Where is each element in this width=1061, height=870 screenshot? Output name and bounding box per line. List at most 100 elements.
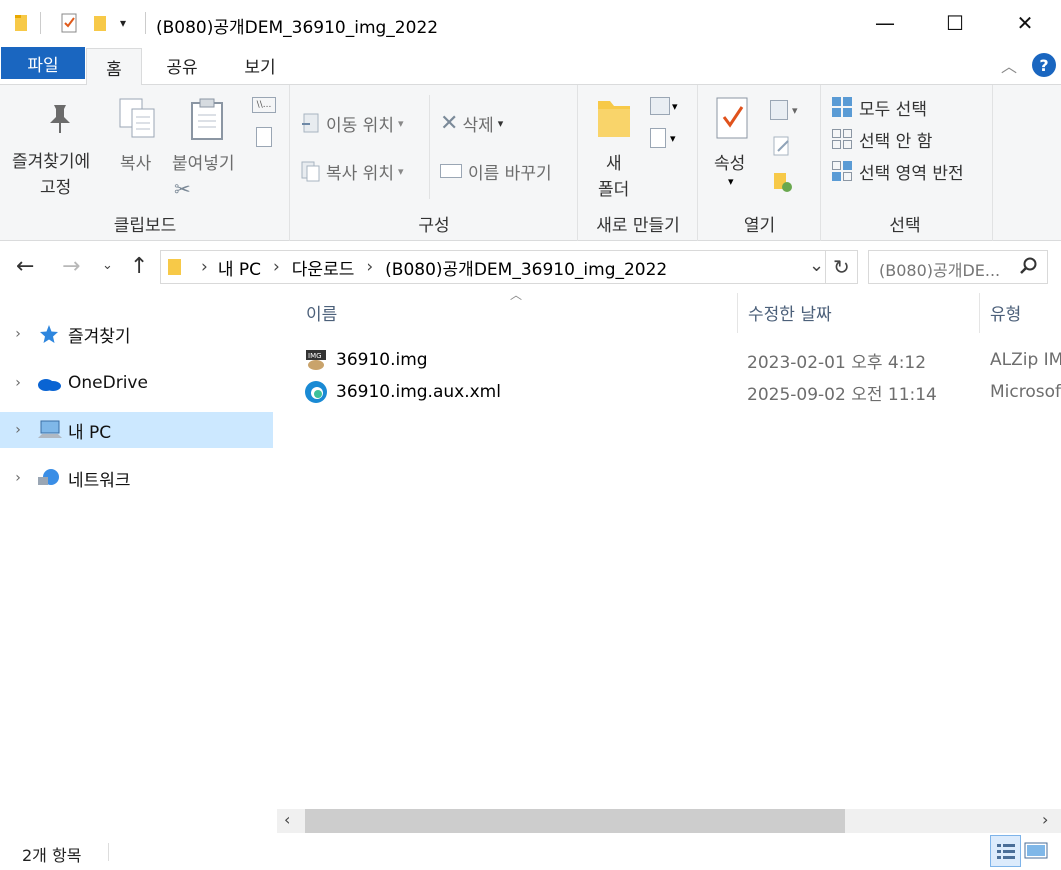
nav-item-my-pc[interactable]: › 내 PC [0, 412, 273, 448]
tab-file[interactable]: 파일 [1, 47, 85, 79]
table-row[interactable]: 36910.img.aux.xml [304, 376, 1061, 408]
new-folder-large-icon [596, 97, 632, 145]
new-item-button[interactable]: ▾ [650, 95, 686, 117]
rename-label: 이름 바꾸기 [468, 163, 552, 184]
move-to-label: 이동 위치 [326, 115, 394, 136]
breadcrumb-chevron-icon: › [201, 257, 208, 277]
ribbon-home: 즐겨찾기에 고정 복사 붙여넣기 ✂ \\... 클립보드 이동 위치 ▾ 복사… [0, 85, 1061, 241]
easy-access-button[interactable]: ▾ [650, 127, 686, 149]
open-button[interactable]: ▾ [770, 99, 808, 121]
properties-button[interactable]: 속성 ▾ [708, 95, 758, 195]
file-name: 36910.img [336, 350, 428, 370]
group-new: 새 폴더 ▾ ▾ 새로 만들기 [578, 85, 698, 241]
invert-selection-button[interactable]: 선택 영역 반전 [831, 157, 964, 185]
forward-arrow-icon[interactable]: → [62, 254, 80, 279]
tab-share[interactable]: 공유 [150, 45, 214, 85]
nav-item-onedrive[interactable]: › OneDrive [0, 365, 273, 401]
network-icon [36, 467, 62, 489]
scroll-left-arrow-icon[interactable]: ‹ [284, 810, 290, 829]
select-none-button[interactable]: 선택 안 함 [831, 125, 932, 153]
computer-icon [36, 419, 62, 441]
move-to-button[interactable]: 이동 위치 ▾ [300, 109, 404, 137]
close-button[interactable]: ✕ [990, 0, 1060, 45]
invert-selection-label: 선택 영역 반전 [859, 163, 964, 184]
column-header-name[interactable]: 이름 [306, 300, 337, 325]
select-all-icon [831, 96, 853, 118]
open-dropdown-icon: ▾ [792, 103, 798, 117]
address-bar[interactable]: › 내 PC › 다운로드 › (B080)공개DEM_36910_img_20… [160, 250, 858, 284]
file-name: 36910.img.aux.xml [336, 382, 501, 402]
table-row[interactable]: IMG 36910.img [304, 344, 1061, 376]
clipboard-group-label: 클립보드 [113, 216, 177, 236]
collapse-ribbon-chevron-icon[interactable]: ︿ [1001, 53, 1017, 77]
large-icons-view-button[interactable] [1024, 841, 1048, 861]
refresh-icon[interactable]: ↻ [833, 255, 850, 279]
expand-chevron-icon[interactable]: › [0, 326, 36, 342]
breadcrumb-my-pc[interactable]: 내 PC [218, 255, 261, 280]
breadcrumb-current-folder[interactable]: (B080)공개DEM_36910_img_2022 [385, 255, 667, 280]
search-box[interactable]: (B080)공개DE... [868, 250, 1048, 284]
new-folder-button[interactable]: 새 폴더 [590, 95, 640, 200]
select-all-button[interactable]: 모두 선택 [831, 93, 927, 121]
help-icon[interactable]: ? [1032, 53, 1056, 77]
move-to-icon [300, 112, 320, 134]
breadcrumb-chevron-icon: › [272, 257, 280, 277]
ribbon-tabs: 파일 홈 공유 보기 ︿ ? [0, 45, 1061, 86]
file-type: Microsof [990, 382, 1061, 402]
column-divider[interactable] [979, 293, 980, 333]
title-divider [145, 12, 146, 34]
easy-access-dropdown-icon: ▾ [670, 131, 676, 145]
paste-label: 붙여넣기 [172, 154, 235, 174]
tab-home[interactable]: 홈 [86, 48, 142, 86]
column-header-date[interactable]: 수정한 날짜 [748, 300, 832, 325]
search-icon[interactable] [1019, 256, 1039, 276]
expand-chevron-icon[interactable]: › [0, 470, 36, 486]
window-title: (B080)공개DEM_36910_img_2022 [156, 18, 439, 38]
paste-shortcut-icon[interactable] [256, 127, 272, 147]
pin-to-quick-access-button[interactable]: 즐겨찾기에 고정 [10, 95, 106, 200]
expand-chevron-icon[interactable]: › [0, 375, 36, 391]
expand-chevron-icon[interactable]: › [0, 422, 36, 438]
navigation-pane: › 즐겨찾기 › OneDrive › 내 PC › 네트워크 [0, 292, 276, 832]
scrollbar-thumb[interactable] [305, 809, 845, 833]
cut-scissors-icon[interactable]: ✂ [174, 177, 191, 201]
address-dropdown-chevron-icon[interactable]: ⌄ [809, 255, 824, 276]
column-header-type[interactable]: 유형 [990, 300, 1021, 325]
nav-item-network[interactable]: › 네트워크 [0, 460, 273, 496]
minimize-button[interactable]: — [850, 0, 920, 45]
tab-view[interactable]: 보기 [228, 45, 292, 85]
edit-pencil-icon[interactable] [772, 135, 792, 157]
nav-label: 즐겨찾기 [68, 326, 131, 347]
edge-browser-icon [304, 380, 328, 404]
up-arrow-icon[interactable]: ↑ [130, 254, 148, 279]
history-icon[interactable] [772, 171, 792, 193]
copy-path-icon[interactable]: \\... [252, 97, 276, 113]
delete-button[interactable]: ✕ 삭제 ▾ [440, 109, 503, 137]
new-folder-label-2: 폴더 [598, 180, 630, 200]
select-none-label: 선택 안 함 [859, 131, 933, 152]
nav-item-quick-access[interactable]: › 즐겨찾기 [0, 316, 273, 352]
customize-qa-chevron-icon[interactable]: ▾ [120, 12, 136, 34]
paste-button[interactable]: 붙여넣기 [170, 95, 248, 175]
copy-to-button[interactable]: 복사 위치 ▾ [300, 157, 404, 185]
folder-icon [14, 12, 30, 34]
file-date: 2023-02-01 오후 4:12 [747, 352, 927, 373]
details-view-button[interactable] [990, 835, 1021, 867]
back-arrow-icon[interactable]: ← [16, 254, 34, 279]
svg-text:IMG: IMG [308, 352, 322, 360]
rename-button[interactable]: 이름 바꾸기 [440, 157, 552, 185]
maximize-button[interactable]: ☐ [920, 0, 990, 45]
select-none-icon [831, 128, 853, 150]
copy-button[interactable]: 복사 [112, 95, 162, 175]
new-folder-icon[interactable] [92, 12, 110, 34]
group-open: 속성 ▾ ▾ 열기 [698, 85, 821, 241]
breadcrumb-chevron-icon: › [366, 257, 374, 277]
recent-locations-chevron-icon[interactable]: ⌄ [102, 258, 113, 273]
delete-x-icon: ✕ [440, 110, 459, 136]
open-group-label: 열기 [743, 216, 776, 236]
breadcrumb-downloads[interactable]: 다운로드 [292, 255, 355, 280]
scroll-right-arrow-icon[interactable]: › [1042, 810, 1048, 829]
easy-access-icon [650, 128, 666, 148]
column-divider[interactable] [737, 293, 738, 333]
properties-check-icon[interactable] [58, 12, 80, 34]
